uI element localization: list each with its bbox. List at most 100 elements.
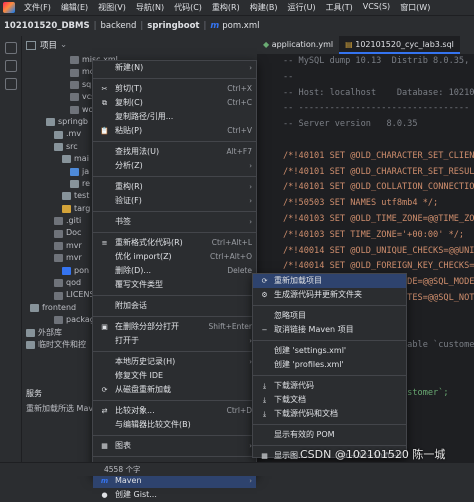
tree-item-icon — [70, 56, 79, 65]
menu-item-icon — [259, 346, 270, 356]
chevron-right-icon: › — [249, 183, 252, 191]
context-menu-item[interactable]: 打开于 › — [93, 334, 256, 348]
menu-item-shortcut: Ctrl+D — [226, 406, 252, 415]
context-menu-item[interactable]: 📋 粘贴(P) Ctrl+V — [93, 124, 256, 138]
maven-submenu-item[interactable]: 创建 'settings.xml' — [253, 344, 406, 358]
context-menu-item[interactable]: ⧉ 复制(C) Ctrl+C — [93, 96, 256, 110]
context-menu-item[interactable]: ⇄ 比较对象... Ctrl+D — [93, 404, 256, 418]
tree-item-label: .mv — [66, 129, 82, 139]
maven-submenu-item[interactable]: ⤓ 下载源代码和文档 — [253, 407, 406, 421]
menu-item[interactable]: 重构(R) — [207, 2, 245, 13]
project-tool-icon[interactable] — [5, 42, 17, 54]
context-menu-item[interactable]: ▦ 图表 › — [93, 439, 256, 453]
chevron-right-icon: › — [249, 477, 252, 485]
maven-submenu-item[interactable]: − 取消链接 Maven 项目 — [253, 323, 406, 337]
nav-project[interactable]: 102101520_DBMS — [0, 21, 90, 31]
menu-item[interactable]: 导航(N) — [131, 2, 169, 13]
menu-item[interactable]: 文件(F) — [19, 2, 56, 13]
code-line: -- — [283, 71, 294, 82]
chevron-down-icon[interactable]: ⌄ — [60, 40, 67, 50]
context-menu-item[interactable]: 查找用法(U) Alt+F7 — [93, 145, 256, 159]
context-menu-item[interactable]: 覆写文件类型 — [93, 278, 256, 292]
maven-submenu-item[interactable]: 创建 'profiles.xml' — [253, 358, 406, 372]
tree-item-label: re — [82, 178, 91, 188]
code-line: /*!40014 SET @OLD_UNIQUE_CHECKS=@@UNIQ — [283, 245, 474, 256]
maven-submenu-item[interactable]: ⟳ 重新加载项目 — [253, 274, 406, 288]
menu-item-label: 重构(R) — [115, 182, 143, 191]
menu-item[interactable]: 代码(C) — [169, 2, 207, 13]
menu-item[interactable]: 编辑(E) — [56, 2, 93, 13]
menu-item-label: 修复文件 IDE — [115, 371, 164, 380]
menu-item[interactable]: VCS(S) — [358, 2, 395, 13]
context-menu-item[interactable]: 书签 › — [93, 215, 256, 229]
menu-item-icon — [99, 217, 110, 227]
context-menu-item[interactable]: ● 创建 Gist... — [93, 488, 256, 502]
tree-item-label: test — [74, 191, 90, 201]
tree-item-label: mai — [74, 154, 89, 164]
code-line: /*!40101 SET @OLD_CHARACTER_SET_CLIENT — [283, 150, 474, 161]
menu-item-icon — [99, 196, 110, 206]
context-menu-item[interactable]: 复制路径/引用... — [93, 110, 256, 124]
tab-services[interactable]: 服务 — [0, 386, 92, 402]
menu-item[interactable]: 运行(U) — [282, 2, 320, 13]
maven-submenu-item[interactable]: 显示有效的 POM — [253, 428, 406, 442]
maven-submenu-item[interactable]: ⤓ 下载源代码 — [253, 379, 406, 393]
tree-item-icon — [54, 142, 63, 151]
menu-item-label: 新建(N) — [115, 63, 144, 72]
context-menu-item[interactable]: 验证(F) › — [93, 194, 256, 208]
context-menu-item[interactable]: ▣ 在删除分部分打开 Shift+Enter — [93, 320, 256, 334]
tree-item-icon — [26, 328, 35, 337]
menu-item-label: 打开于 — [115, 336, 139, 345]
menu-divider — [93, 232, 256, 233]
context-menu-item[interactable]: 删除(D)... Delete — [93, 264, 256, 278]
menu-item[interactable]: 构建(B) — [245, 2, 283, 13]
context-menu-item[interactable]: m Maven › — [93, 474, 256, 488]
context-menu-item[interactable]: 本地历史记录(H) › — [93, 355, 256, 369]
maven-submenu-item[interactable]: ⚙ 生成源代码并更新文件夹 — [253, 288, 406, 302]
context-menu-item[interactable]: ≡ 重新格式化代码(R) Ctrl+Alt+L — [93, 236, 256, 250]
menu-item-icon — [99, 371, 110, 381]
tree-item-icon — [70, 80, 79, 89]
tab-application-yml[interactable]: ◆ application.yml — [257, 36, 339, 54]
project-panel-title[interactable]: 项目 — [40, 39, 57, 51]
context-menu-item[interactable]: 附加会话 — [93, 299, 256, 313]
menu-item[interactable]: 工具(T) — [321, 2, 358, 13]
structure-tool-icon[interactable] — [5, 78, 17, 90]
tree-item-label: pon — [74, 265, 90, 275]
context-menu-item[interactable]: 分析(Z) › — [93, 159, 256, 173]
menu-item[interactable]: 视图(V) — [93, 2, 131, 13]
context-menu-item[interactable]: 与编辑器比较文件(B) — [93, 418, 256, 432]
context-menu-item[interactable]: ✂ 剪切(T) Ctrl+X — [93, 82, 256, 96]
context-menu-item[interactable]: ⟳ 从磁盘重新加载 — [93, 383, 256, 397]
tab-sql-file[interactable]: ▤ 102101520_cyc_lab3.sql — [339, 36, 460, 54]
tree-item-label: mvr — [66, 240, 82, 250]
status-bar: 4558 个字 — [0, 462, 474, 476]
commit-tool-icon[interactable] — [5, 60, 17, 72]
menu-item-label: 生成源代码并更新文件夹 — [274, 290, 362, 299]
menu-item-label: 从磁盘重新加载 — [115, 385, 171, 394]
menu-item[interactable]: 窗口(W) — [395, 2, 435, 13]
tree-item-icon — [70, 93, 79, 102]
tree-item-icon — [62, 204, 71, 213]
tree-item-icon — [62, 155, 71, 164]
nav-separator: | — [140, 20, 144, 31]
context-menu-item[interactable]: 修复文件 IDE — [93, 369, 256, 383]
context-menu-item[interactable]: 重构(R) › — [93, 180, 256, 194]
maven-submenu: ⟳ 重新加载项目 ⚙ 生成源代码并更新文件夹 忽略项目 − 取消链接 Maven 项目 创建 … — [252, 273, 407, 474]
maven-submenu-item[interactable]: 忽略项目 — [253, 309, 406, 323]
context-menu-item[interactable]: 优化 import(Z) Ctrl+Alt+O — [93, 250, 256, 264]
menu-item-icon: ▣ — [101, 323, 108, 331]
menu-item-icon: ⟳ — [101, 386, 108, 394]
chevron-right-icon: › — [249, 64, 252, 72]
nav-crumb-backend[interactable]: backend — [100, 21, 136, 31]
menu-item-icon — [99, 112, 110, 122]
tree-item-label: targ — [74, 203, 91, 213]
menu-item-shortcut: Ctrl+X — [227, 84, 252, 93]
nav-crumb-springboot[interactable]: springboot — [147, 21, 199, 31]
context-menu-item[interactable]: 新建(N) › — [93, 61, 256, 75]
tree-item-icon — [70, 105, 79, 114]
menu-item-label: Maven — [115, 476, 142, 485]
nav-file[interactable]: pom.xml — [222, 21, 259, 31]
maven-submenu-item[interactable]: ⤓ 下载文档 — [253, 393, 406, 407]
menu-item-shortcut: Ctrl+C — [227, 98, 252, 107]
